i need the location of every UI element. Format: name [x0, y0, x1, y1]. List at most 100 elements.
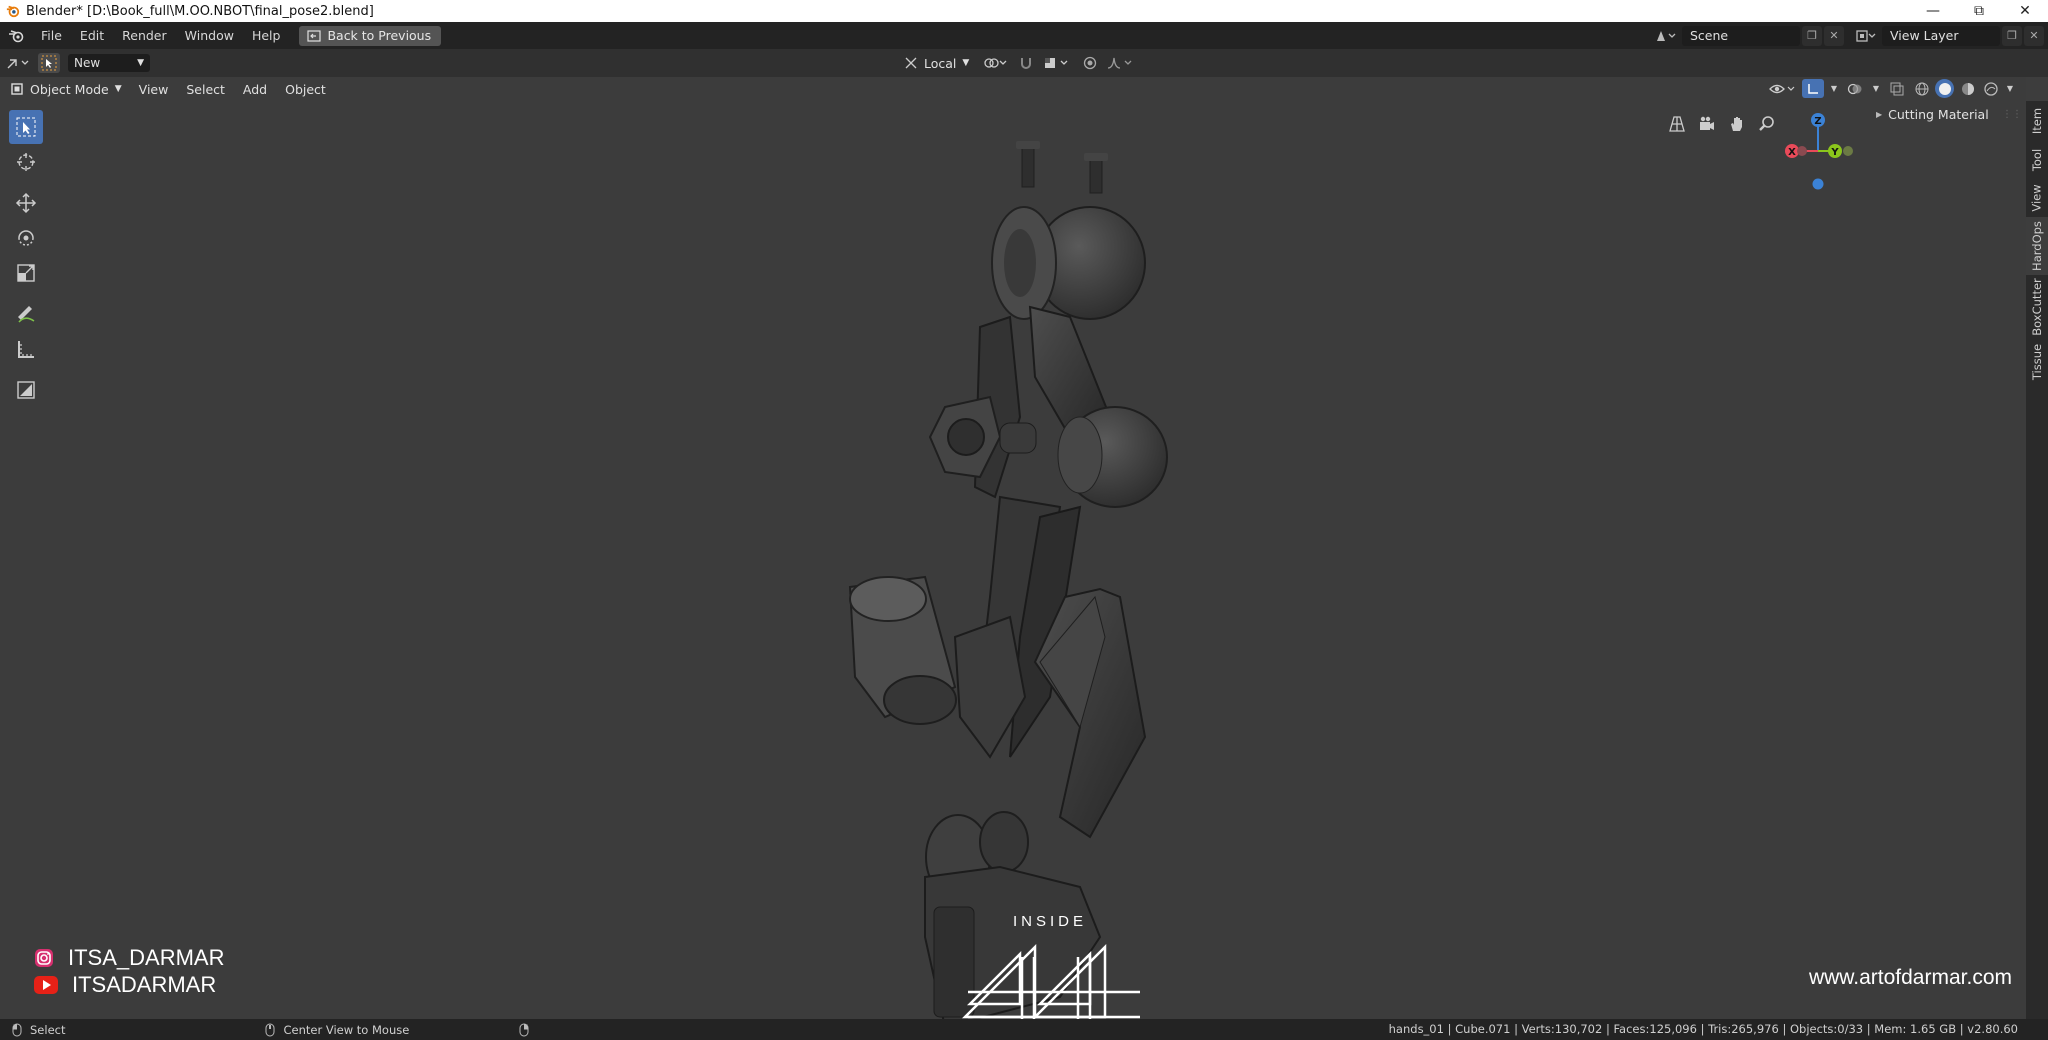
xray-toggle[interactable]	[1886, 79, 1908, 98]
menu-render[interactable]: Render	[113, 22, 176, 49]
logo-inside-text: INSIDE	[1012, 913, 1087, 930]
zoom-view-button[interactable]	[1754, 111, 1780, 137]
eye-icon	[1769, 84, 1795, 93]
gizmo-icon	[1808, 83, 1818, 94]
pivot-point-icon	[984, 58, 1007, 68]
view-layer-browse-button[interactable]	[1850, 26, 1882, 46]
overlays-toggle[interactable]	[1844, 79, 1866, 98]
tool-cursor[interactable]	[9, 145, 43, 179]
snap-toggle[interactable]	[1017, 53, 1035, 73]
scene-browse-button[interactable]	[1650, 26, 1682, 46]
editor-type-button[interactable]	[0, 53, 38, 73]
wireframe-shading-button[interactable]	[1912, 79, 1931, 98]
blender-logo-icon	[6, 5, 20, 18]
proportional-edit-icon	[1084, 56, 1097, 70]
3d-viewport-editor-icon	[7, 59, 29, 69]
object-visibility-dropdown[interactable]	[1768, 79, 1798, 98]
rendered-shading-button[interactable]	[1981, 79, 2000, 98]
mouse-left-icon	[12, 1023, 22, 1036]
tool-select-box[interactable]	[9, 110, 43, 144]
npanel-cutting-material[interactable]: ▶ Cutting Material ⋮⋮	[1868, 101, 2026, 127]
tab-view[interactable]: View	[2026, 179, 2048, 217]
menu-edit[interactable]: Edit	[71, 22, 113, 49]
drag-handle-icon[interactable]: ⋮⋮	[2002, 109, 2022, 120]
view-layer-icon	[1856, 29, 1876, 42]
overlays-icon	[1847, 83, 1862, 94]
restore-button[interactable]: ⧉	[1956, 0, 2002, 22]
view-layer-name-field[interactable]: View Layer	[1882, 25, 2000, 46]
chevron-down-icon: ▼	[2006, 84, 2014, 93]
menu-view[interactable]: View	[130, 82, 178, 97]
orientation-value: Local	[924, 55, 957, 71]
proportional-editing-toggle[interactable]	[1081, 53, 1099, 73]
tab-hardops[interactable]: HardOps	[2026, 217, 2048, 275]
brush-dropdown-value: New	[74, 56, 101, 70]
delete-view-layer-button[interactable]: ✕	[2024, 25, 2044, 46]
sidebar-tabs: Item Tool View HardOps BoxCutter Tissue	[2026, 101, 2048, 1019]
menu-window[interactable]: Window	[176, 22, 243, 49]
magnet-icon	[1021, 58, 1032, 69]
tool-annotate[interactable]	[9, 297, 43, 331]
snap-target-dropdown[interactable]	[1041, 53, 1075, 73]
delete-scene-button[interactable]: ✕	[1824, 25, 1844, 46]
brush-dropdown[interactable]: New ▼	[68, 54, 150, 72]
tab-tool[interactable]: Tool	[2026, 141, 2048, 179]
transform-orientation-dropdown[interactable]: Local ▼	[898, 56, 975, 71]
active-tool-indicator[interactable]	[38, 53, 60, 73]
scene-icon	[1657, 30, 1676, 41]
move-arrows-icon	[15, 192, 37, 214]
gizmo-dropdown[interactable]: ▼	[1828, 79, 1840, 98]
material-preview-button[interactable]	[1958, 79, 1977, 98]
expand-arrow-icon: ▶	[1876, 109, 1883, 119]
minimize-button[interactable]: —	[1910, 0, 1956, 22]
window-title: Blender* [D:\Book_full\M.OO.NBOT\final_p…	[26, 3, 374, 19]
tool-shelf	[9, 110, 45, 408]
close-button[interactable]: ✕	[2002, 0, 2048, 22]
tool-scale[interactable]	[9, 256, 43, 290]
menu-add[interactable]: Add	[234, 82, 276, 97]
pan-view-button[interactable]	[1724, 111, 1750, 137]
object-mode-dropdown[interactable]: Object Mode ▼	[10, 79, 130, 99]
camera-view-button[interactable]	[1694, 111, 1720, 137]
menu-file[interactable]: File	[32, 22, 71, 49]
gizmo-toggle[interactable]	[1802, 79, 1824, 98]
3d-cursor-icon	[17, 153, 35, 171]
menu-object[interactable]: Object	[276, 82, 335, 97]
new-view-layer-button[interactable]: ❐	[2002, 25, 2022, 46]
blender-logo-icon	[9, 29, 24, 42]
proportional-falloff-dropdown[interactable]	[1105, 53, 1139, 73]
blender-menu-button[interactable]	[0, 22, 32, 49]
pivot-point-dropdown[interactable]	[981, 53, 1011, 73]
material-sphere-icon	[1961, 82, 1974, 95]
toggle-perspective-button[interactable]	[1664, 111, 1690, 137]
youtube-icon	[34, 976, 58, 994]
tool-add-cube[interactable]	[9, 373, 43, 407]
back-to-previous-button[interactable]: Back to Previous	[299, 25, 442, 46]
new-scene-button[interactable]: ❐	[1802, 25, 1822, 46]
tab-item[interactable]: Item	[2026, 101, 2048, 141]
3d-viewport[interactable]: INSIDE	[0, 77, 2026, 1019]
overlays-dropdown[interactable]: ▼	[1870, 79, 1882, 98]
tab-tissue[interactable]: Tissue	[2026, 339, 2048, 385]
robot-model-render	[848, 141, 1168, 1019]
window-titlebar: Blender* [D:\Book_full\M.OO.NBOT\final_p…	[0, 0, 2048, 22]
scene-selector: Scene ❐ ✕	[1650, 25, 1844, 46]
transform-orientation-group: Local ▼	[898, 53, 1139, 73]
tool-rotate[interactable]	[9, 221, 43, 255]
viewport-header: Object Mode ▼ View Select Add Object ▼ ▼	[0, 77, 2026, 101]
gizmo-x-label: X	[1788, 147, 1796, 158]
tab-boxcutter[interactable]: BoxCutter	[2026, 275, 2048, 339]
menu-select[interactable]: Select	[177, 82, 234, 97]
back-screen-icon	[307, 29, 322, 42]
tool-measure[interactable]	[9, 332, 43, 366]
orientation-gizmo[interactable]: Z Y X	[1778, 110, 1858, 190]
shading-options-dropdown[interactable]: ▼	[2004, 79, 2016, 98]
close-icon: ✕	[2019, 3, 2031, 19]
menu-help[interactable]: Help	[243, 22, 290, 49]
solid-shading-button[interactable]	[1935, 79, 1954, 98]
close-icon: ✕	[2029, 29, 2039, 42]
chevron-down-icon: ▼	[1872, 84, 1880, 93]
scene-name-field[interactable]: Scene	[1682, 25, 1800, 46]
tool-move[interactable]	[9, 186, 43, 220]
chevron-down-icon: ▼	[962, 58, 970, 68]
